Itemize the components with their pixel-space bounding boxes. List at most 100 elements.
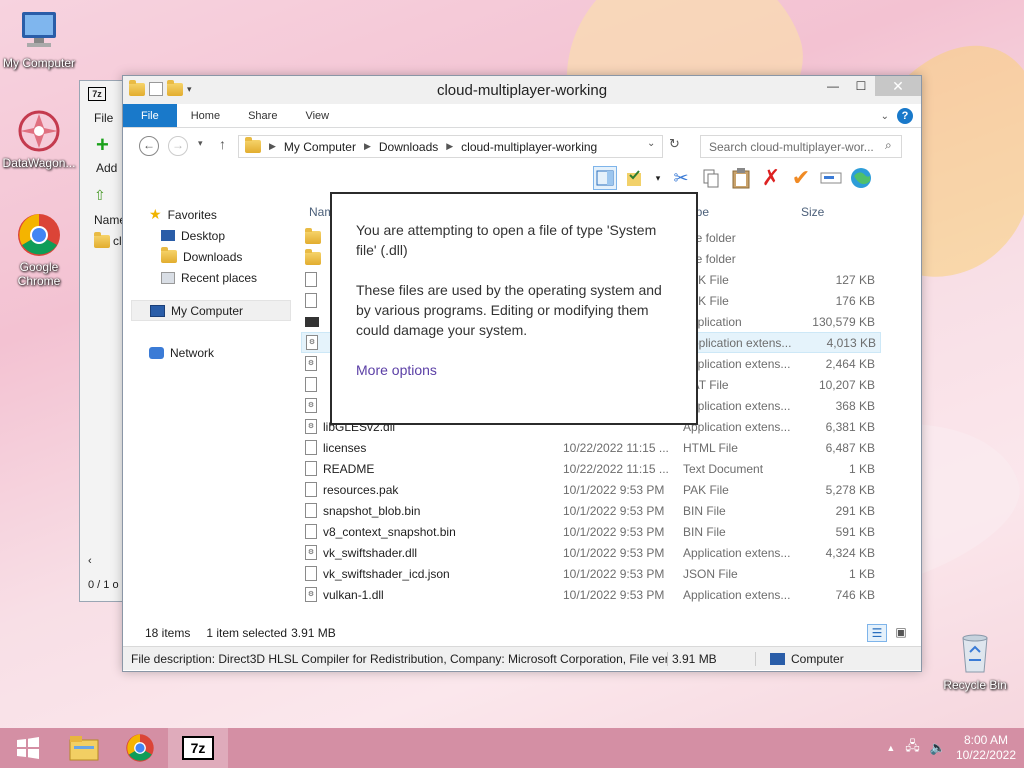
taskbar: 7z ▲ 🖧 🔈 8:00 AM 10/22/2022: [0, 728, 1024, 768]
file-size-cell: 368 KB: [835, 398, 875, 413]
clock[interactable]: 8:00 AM 10/22/2022: [956, 733, 1016, 763]
computer-icon: [16, 8, 62, 54]
help-icon[interactable]: ?: [897, 108, 913, 124]
nav-my-computer[interactable]: My Computer: [131, 300, 291, 321]
back-button[interactable]: ←: [139, 136, 159, 156]
search-input[interactable]: Search cloud-multiplayer-wor...: [700, 135, 902, 158]
ribbon-tabs: File Home Share View ⌄ ?: [123, 104, 921, 128]
desktop-icon-my-computer[interactable]: My Computer: [0, 8, 78, 70]
taskbar-file-explorer[interactable]: [56, 728, 112, 768]
breadcrumb-separator[interactable]: ▶: [446, 141, 453, 152]
tab-file[interactable]: File: [123, 104, 177, 127]
breadcrumb-downloads[interactable]: Downloads: [379, 140, 438, 154]
nav-label: Network: [170, 345, 215, 360]
table-row[interactable]: resources.pak 10/1/2022 9:53 PM PAK File 5,…: [301, 479, 881, 500]
taskbar-chrome[interactable]: [112, 728, 168, 768]
file-date: 10/22/2022 11:15 ...: [563, 461, 669, 476]
file-size-cell: 591 KB: [835, 524, 875, 539]
nav-recent-places[interactable]: Recent places: [131, 267, 291, 288]
file-icon: [305, 482, 317, 497]
window-title: cloud-multiplayer-working: [436, 82, 608, 99]
show-hidden-icons[interactable]: ▲: [886, 743, 895, 753]
address-dropdown-icon[interactable]: ⌄: [647, 138, 655, 149]
preview-pane-icon[interactable]: [593, 166, 617, 190]
network-tray-icon[interactable]: 🖧: [905, 737, 920, 759]
desktop-icon-datawagon[interactable]: DataWagon...: [0, 108, 78, 170]
scroll-left-icon[interactable]: ‹: [88, 555, 92, 567]
paste-icon[interactable]: [729, 166, 753, 190]
nav-network[interactable]: Network: [131, 342, 291, 363]
breadcrumb-my-computer[interactable]: My Computer: [284, 140, 356, 154]
up-folder-icon[interactable]: ⇧: [94, 187, 106, 204]
desktop-icon-recycle-bin[interactable]: Recycle Bin: [936, 630, 1014, 692]
delete-icon[interactable]: ✗: [759, 165, 783, 190]
column-size[interactable]: Size: [797, 205, 875, 219]
forward-button[interactable]: →: [168, 136, 188, 156]
up-button[interactable]: ↑: [219, 136, 226, 152]
nav-label: Recent places: [181, 270, 258, 285]
nav-favorites[interactable]: ★ Favorites: [131, 204, 291, 225]
nav-downloads[interactable]: Downloads: [131, 246, 291, 267]
column-type[interactable]: Type: [683, 205, 797, 219]
file-type: BIN File: [683, 503, 726, 518]
clock-date: 10/22/2022: [955, 748, 1016, 762]
file-date: 10/1/2022 9:53 PM: [563, 503, 665, 518]
close-button[interactable]: ✕: [875, 76, 921, 96]
maximize-button[interactable]: ☐: [847, 76, 875, 96]
table-row[interactable]: vk_swiftshader_icd.json 10/1/2022 9:53 PM…: [301, 563, 881, 584]
rename-icon[interactable]: [819, 166, 843, 190]
search-icon[interactable]: ⌕: [885, 138, 892, 153]
table-row[interactable]: README 10/22/2022 11:15 ... Text Document 1…: [301, 458, 881, 479]
tab-view[interactable]: View: [291, 104, 343, 127]
address-bar[interactable]: ▶ My Computer ▶ Downloads ▶ cloud-multip…: [238, 135, 663, 158]
more-options-link[interactable]: More options: [356, 360, 672, 380]
refresh-icon[interactable]: ↻: [669, 136, 680, 152]
sevenzip-menu-file[interactable]: File: [94, 111, 113, 125]
table-row[interactable]: ⚙ vulkan-1.dll 10/1/2022 9:53 PM Applicatio…: [301, 584, 881, 605]
cut-icon[interactable]: ✂: [669, 166, 693, 190]
table-row[interactable]: ⚙ vk_swiftshader.dll 10/1/2022 9:53 PM Appl…: [301, 542, 881, 563]
add-icon[interactable]: +: [96, 134, 109, 156]
dll-file-icon: ⚙: [305, 587, 317, 602]
application-icon: [305, 316, 319, 327]
start-button[interactable]: [0, 728, 56, 768]
file-size-cell: 130,579 KB: [812, 314, 875, 329]
table-row[interactable]: v8_context_snapshot.bin 10/1/2022 9:53 PM…: [301, 521, 881, 542]
desktop-icon-chrome[interactable]: Google Chrome: [0, 212, 78, 288]
title-bar[interactable]: ▾ cloud-multiplayer-working — ☐ ✕: [123, 76, 921, 104]
breadcrumb-separator[interactable]: ▶: [364, 141, 371, 152]
check-icon[interactable]: ✔: [789, 165, 813, 190]
volume-icon[interactable]: 🔈: [930, 740, 946, 756]
file-type: Application extens...: [683, 545, 791, 560]
chrome-icon: [126, 734, 154, 762]
table-row[interactable]: licenses 10/22/2022 11:15 ... HTML File 6,4…: [301, 437, 881, 458]
file-date: 10/1/2022 9:53 PM: [563, 566, 665, 581]
checklist-icon[interactable]: [623, 166, 647, 190]
file-name: vk_swiftshader.dll: [323, 545, 418, 560]
file-type: DAT File: [683, 377, 729, 392]
taskbar-7zip[interactable]: 7z: [168, 728, 228, 768]
location-zone: Computer: [755, 651, 844, 666]
breadcrumb-separator[interactable]: ▶: [269, 141, 276, 152]
breadcrumb-current[interactable]: cloud-multiplayer-working: [461, 140, 597, 154]
file-date: 10/1/2022 9:53 PM: [563, 545, 665, 560]
sevenzip-add-button[interactable]: Add: [96, 161, 117, 175]
tab-share[interactable]: Share: [234, 104, 291, 127]
folder-icon: [305, 249, 321, 265]
tab-home[interactable]: Home: [177, 104, 234, 127]
star-icon: ★: [149, 206, 162, 222]
minimize-button[interactable]: —: [819, 76, 847, 96]
expand-ribbon-icon[interactable]: ⌄: [881, 111, 889, 122]
view-dropdown-icon[interactable]: ▾: [653, 166, 663, 190]
nav-desktop[interactable]: Desktop: [131, 225, 291, 246]
system-file-warning-dialog[interactable]: You are attempting to open a file of typ…: [330, 192, 698, 425]
copy-icon[interactable]: [699, 166, 723, 190]
file-size-cell: 176 KB: [835, 293, 875, 308]
recent-locations-icon[interactable]: ▾: [198, 138, 203, 149]
globe-icon[interactable]: [849, 166, 873, 190]
table-row[interactable]: snapshot_blob.bin 10/1/2022 9:53 PM BIN Fi…: [301, 500, 881, 521]
file-name: v8_context_snapshot.bin: [323, 524, 456, 539]
file-name: licenses: [323, 440, 367, 455]
